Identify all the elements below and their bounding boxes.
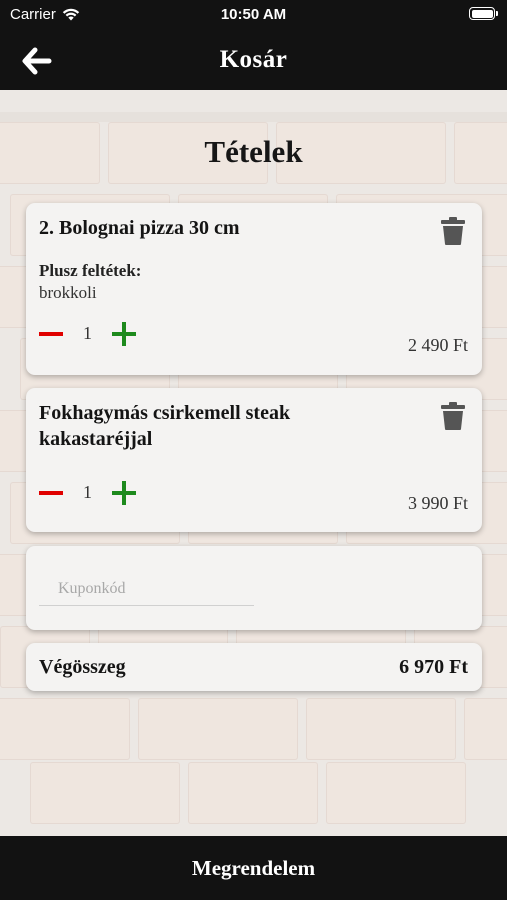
total-label: Végösszeg	[39, 656, 126, 678]
coupon-card	[26, 546, 482, 630]
quantity-value: 1	[83, 323, 92, 343]
trash-icon[interactable]	[441, 402, 465, 430]
item-price: 3 990 Ft	[407, 493, 468, 513]
trash-icon[interactable]	[441, 217, 465, 245]
cart-item-name: 2. Bolognai pizza 30 cm	[39, 217, 240, 239]
order-button-label: Megrendelem	[191, 856, 316, 880]
total-card: Végösszeg 6 970 Ft	[26, 643, 482, 691]
cart-item-card: 2. Bolognai pizza 30 cm Plusz feltétek: …	[26, 203, 482, 375]
navigation-bar: Kosár	[0, 30, 507, 90]
minus-icon[interactable]	[39, 480, 65, 506]
quantity-value: 1	[83, 482, 92, 502]
coupon-input[interactable]	[39, 572, 254, 606]
item-price: 2 490 Ft	[407, 335, 468, 355]
extras-value: brokkoli	[39, 283, 97, 302]
cart-item-card: Fokhagymás csirkemell steak kakastaréjja…	[26, 388, 482, 532]
status-bar: Carrier 10:50 AM	[0, 0, 507, 30]
total-value: 6 970 Ft	[399, 656, 468, 678]
cart-item-name: Fokhagymás csirkemell steak kakastaréjja…	[39, 402, 291, 450]
order-button[interactable]: Megrendelem	[0, 836, 507, 900]
status-bar-time: 10:50 AM	[220, 6, 287, 23]
page-title: Kosár	[219, 46, 288, 73]
plus-icon[interactable]	[112, 480, 138, 506]
minus-icon[interactable]	[39, 321, 65, 347]
plus-icon[interactable]	[112, 321, 138, 347]
section-title: Tételek	[204, 134, 303, 169]
battery-icon	[469, 7, 498, 20]
extras-label: Plusz feltétek:	[39, 261, 142, 280]
